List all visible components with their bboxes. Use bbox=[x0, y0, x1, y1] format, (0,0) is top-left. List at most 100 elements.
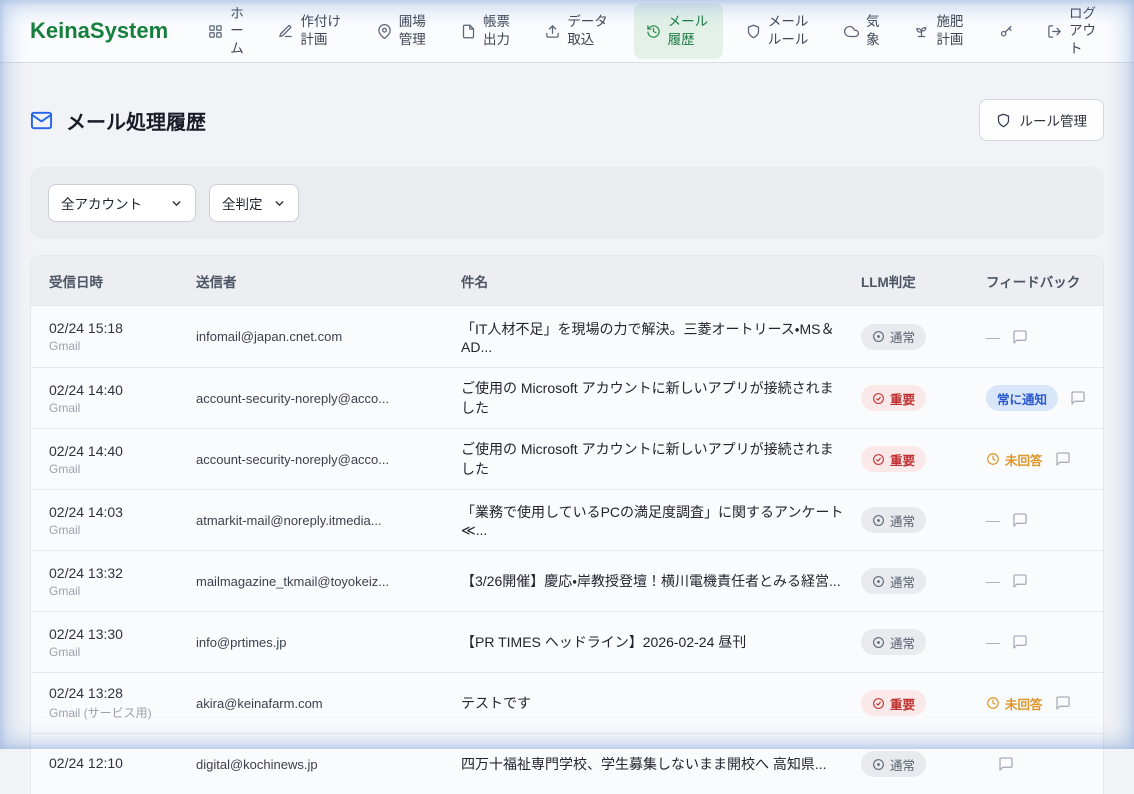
table-row[interactable]: 02/24 15:18Gmailinfomail@japan.cnet.com「… bbox=[31, 306, 1103, 367]
table-row[interactable]: 02/24 14:03Gmailatmarkit-mail@noreply.it… bbox=[31, 489, 1103, 550]
column-header-sender: 送信者 bbox=[196, 271, 461, 291]
mail-subject: ご使用の Microsoft アカウントに新しいアプリが接続されました bbox=[461, 378, 861, 418]
comment-button[interactable] bbox=[1055, 451, 1071, 467]
nav-item-label: メール履歴 bbox=[668, 13, 711, 48]
received-datetime: 02/24 13:32 bbox=[49, 565, 196, 581]
key-icon bbox=[999, 24, 1014, 39]
received-datetime: 02/24 15:18 bbox=[49, 320, 196, 336]
mail-subject: 「業務で使用しているPCの満足度調査」に関するアンケート ≪... bbox=[461, 502, 861, 539]
table-header-row: 受信日時 送信者 件名 LLM判定 フィードバック bbox=[31, 256, 1103, 306]
comment-icon bbox=[1055, 451, 1071, 467]
nav-item-planting-plan[interactable]: 作付け計画 bbox=[268, 7, 353, 54]
map-pin-icon bbox=[377, 24, 392, 39]
llm-judgement-badge: 重要 bbox=[861, 385, 926, 411]
mail-subject: 【PR TIMES ヘッドライン】2026-02-24 昼刊 bbox=[461, 632, 861, 652]
nav-item-logout[interactable]: ログアウト bbox=[1037, 0, 1108, 63]
nav-item-home[interactable]: ホーム bbox=[198, 0, 255, 63]
circle-dot-icon bbox=[872, 514, 885, 527]
nav-item-key[interactable] bbox=[989, 18, 1024, 45]
comment-icon bbox=[1055, 695, 1071, 711]
account-label: Gmail bbox=[49, 584, 196, 598]
table-row[interactable]: 02/24 14:40Gmailaccount-security-noreply… bbox=[31, 428, 1103, 489]
feedback-status: 未回答 bbox=[986, 450, 1043, 469]
page-title-text: メール処理履歴 bbox=[66, 106, 206, 135]
table-row[interactable]: 02/24 14:40 Gmailaccount-security-noreply… bbox=[31, 367, 1103, 428]
rule-manage-label: ルール管理 bbox=[1020, 110, 1088, 130]
sender-email: digital@kochinews.jp bbox=[196, 757, 461, 772]
account-filter-value: 全アカウント bbox=[61, 193, 142, 213]
mail-subject: ご使用の Microsoft アカウントに新しいアプリが接続されました bbox=[461, 439, 861, 479]
chevron-down-icon bbox=[273, 197, 286, 210]
circle-dot-icon bbox=[872, 575, 885, 588]
received-datetime: 02/24 12:10 bbox=[49, 755, 196, 771]
nav-item-weather[interactable]: 気象 bbox=[834, 7, 891, 54]
shield-icon bbox=[746, 24, 761, 39]
mail-subject: テストです bbox=[461, 693, 861, 713]
nav-item-label: ログアウト bbox=[1069, 5, 1098, 58]
llm-judgement-badge: 通常 bbox=[861, 751, 926, 777]
comment-button[interactable] bbox=[1012, 512, 1028, 528]
comment-button[interactable] bbox=[1070, 390, 1086, 406]
llm-judgement-badge: 通常 bbox=[861, 629, 926, 655]
app-logo[interactable]: KeinaSystem bbox=[30, 18, 168, 44]
llm-judgement-badge: 通常 bbox=[861, 507, 926, 533]
sender-email: account-security-noreply@acco... bbox=[196, 452, 461, 467]
comment-icon bbox=[998, 756, 1014, 772]
comment-button[interactable] bbox=[1012, 329, 1028, 345]
comment-button[interactable] bbox=[1055, 695, 1071, 711]
mail-subject: 【3/26開催】慶応・岸教授登壇！横川電機責任者とみる経営... bbox=[461, 571, 861, 591]
account-label: Gmail bbox=[49, 462, 196, 476]
nav-item-report-output[interactable]: 帳票出力 bbox=[451, 7, 522, 54]
account-label: Gmail bbox=[49, 523, 196, 537]
circle-dot-icon bbox=[872, 636, 885, 649]
nav-item-label: ホーム bbox=[230, 5, 245, 58]
comment-button[interactable] bbox=[1012, 634, 1028, 650]
main-nav: ホーム 作付け計画 圃場管理帳票出力 データ取込 メール履歴 メールルール気象施肥計画 ログ… bbox=[198, 0, 1108, 63]
cloud-icon bbox=[844, 24, 859, 39]
llm-judgement-badge: 重要 bbox=[861, 690, 926, 716]
column-header-feedback: フィードバック bbox=[986, 271, 1103, 291]
mail-history-table: 受信日時 送信者 件名 LLM判定 フィードバック 02/24 15:18 Gma… bbox=[30, 255, 1104, 794]
rule-manage-button[interactable]: ルール管理 bbox=[979, 99, 1105, 141]
table-row[interactable]: 02/24 13:32Gmailmailmagazine_tkmail@toyo… bbox=[31, 550, 1103, 611]
nav-item-mail-rules[interactable]: メールルール bbox=[736, 7, 821, 54]
column-header-received: 受信日時 bbox=[49, 271, 196, 291]
received-datetime: 02/24 14:40 bbox=[49, 382, 196, 398]
judgement-filter-select[interactable]: 全判定 bbox=[209, 184, 299, 222]
table-row[interactable]: 02/24 12:10digital@kochinews.jp四万十福祉専門学校… bbox=[31, 733, 1103, 794]
circle-check-icon bbox=[872, 453, 885, 466]
account-label: Gmail bbox=[49, 401, 196, 415]
home-grid-icon bbox=[208, 24, 223, 39]
comment-button[interactable] bbox=[1012, 573, 1028, 589]
llm-judgement-badge: 通常 bbox=[861, 324, 926, 350]
document-icon bbox=[461, 24, 476, 39]
feedback-empty: — bbox=[986, 634, 1000, 650]
nav-item-label: メールルール bbox=[768, 13, 811, 48]
llm-judgement-badge: 重要 bbox=[861, 446, 926, 472]
llm-judgement-badge: 通常 bbox=[861, 568, 926, 594]
comment-button[interactable] bbox=[998, 756, 1014, 772]
table-body: 02/24 15:18Gmailinfomail@japan.cnet.com「… bbox=[31, 306, 1103, 794]
account-label: Gmail bbox=[49, 645, 196, 659]
circle-dot-icon bbox=[872, 330, 885, 343]
nav-item-fertilizer-plan[interactable]: 施肥計画 bbox=[904, 7, 975, 54]
nav-item-field-management[interactable]: 圃場管理 bbox=[367, 7, 438, 54]
nav-item-label: 圃場管理 bbox=[399, 13, 428, 48]
nav-item-data-import[interactable]: データ取込 bbox=[535, 7, 620, 54]
chevron-down-icon bbox=[170, 197, 183, 210]
table-row[interactable]: 02/24 13:28Gmail (サービス用)akira@keinafarm.… bbox=[31, 672, 1103, 733]
pencil-icon bbox=[278, 24, 293, 39]
sender-email: account-security-noreply@acco... bbox=[196, 391, 461, 406]
clock-icon bbox=[986, 452, 1000, 466]
table-row[interactable]: 02/24 13:30Gmailinfo@prtimes.jp【PR TIMES… bbox=[31, 611, 1103, 672]
column-header-subject: 件名 bbox=[461, 271, 861, 291]
account-filter-select[interactable]: 全アカウント bbox=[48, 184, 196, 222]
account-label: Gmail bbox=[49, 339, 196, 353]
sender-email: info@prtimes.jp bbox=[196, 635, 461, 650]
comment-icon bbox=[1012, 573, 1028, 589]
nav-item-label: データ取込 bbox=[567, 13, 610, 48]
logout-icon bbox=[1047, 24, 1062, 39]
upload-icon bbox=[545, 24, 560, 39]
nav-item-mail-history[interactable]: メール履歴 bbox=[634, 3, 723, 58]
account-label: Gmail (サービス用) bbox=[49, 704, 196, 721]
